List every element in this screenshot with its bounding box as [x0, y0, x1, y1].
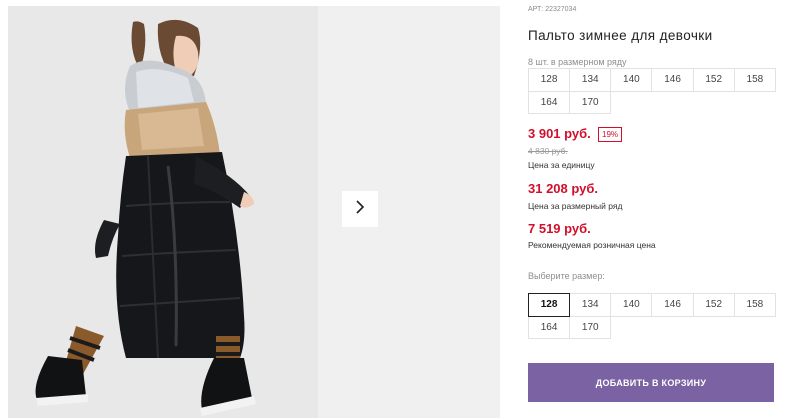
size-option[interactable]: 134: [569, 293, 612, 317]
grid-price: 31 208 руб.: [528, 181, 599, 196]
unit-price-caption: Цена за единицу: [528, 160, 595, 170]
grid-size-cell: 164: [528, 90, 571, 114]
chevron-right-icon: [353, 199, 367, 220]
grid-price-caption: Цена за размерный ряд: [528, 201, 623, 211]
size-option[interactable]: 158: [733, 293, 776, 317]
retail-price: 7 519 руб.: [528, 221, 591, 236]
grid-size-cell: 140: [610, 68, 653, 92]
grid-size-cell: 170: [569, 90, 612, 114]
add-to-cart-button[interactable]: ДОБАВИТЬ В КОРЗИНУ: [528, 363, 774, 402]
size-option[interactable]: 170: [569, 315, 612, 339]
size-option[interactable]: 164: [528, 315, 571, 339]
grid-size-cell: 152: [692, 68, 735, 92]
old-price: 4 830 руб.: [528, 146, 568, 156]
select-size-label: Выберите размер:: [528, 271, 605, 281]
size-grid-label: 8 шт. в размерном ряду: [528, 57, 627, 67]
unit-price: 3 901 руб.: [528, 126, 591, 141]
product-photo-illustration: [8, 6, 318, 418]
product-gallery: [0, 0, 500, 418]
grid-size-cell: 128: [528, 68, 571, 92]
size-selector: 128 134 140 146 152 158 164 170: [528, 293, 776, 339]
product-details: АРТ: 22327034 Пальто зимнее для девочки …: [528, 0, 800, 418]
product-sku: АРТ: 22327034: [528, 6, 577, 13]
grid-size-cell: 146: [651, 68, 694, 92]
grid-size-cell: 134: [569, 68, 612, 92]
next-photo-button[interactable]: [342, 191, 378, 227]
size-grid-row: 128 134 140 146 152 158 164 170: [528, 68, 776, 114]
product-photo[interactable]: [8, 6, 318, 418]
size-option[interactable]: 152: [692, 293, 735, 317]
retail-price-caption: Рекомендуемая розничная цена: [528, 240, 656, 250]
grid-size-cell: 158: [733, 68, 776, 92]
size-option[interactable]: 140: [610, 293, 653, 317]
size-option[interactable]: 146: [651, 293, 694, 317]
discount-badge: 19%: [598, 127, 623, 142]
product-title: Пальто зимнее для девочки: [528, 28, 713, 43]
size-option-selected[interactable]: 128: [528, 293, 571, 317]
